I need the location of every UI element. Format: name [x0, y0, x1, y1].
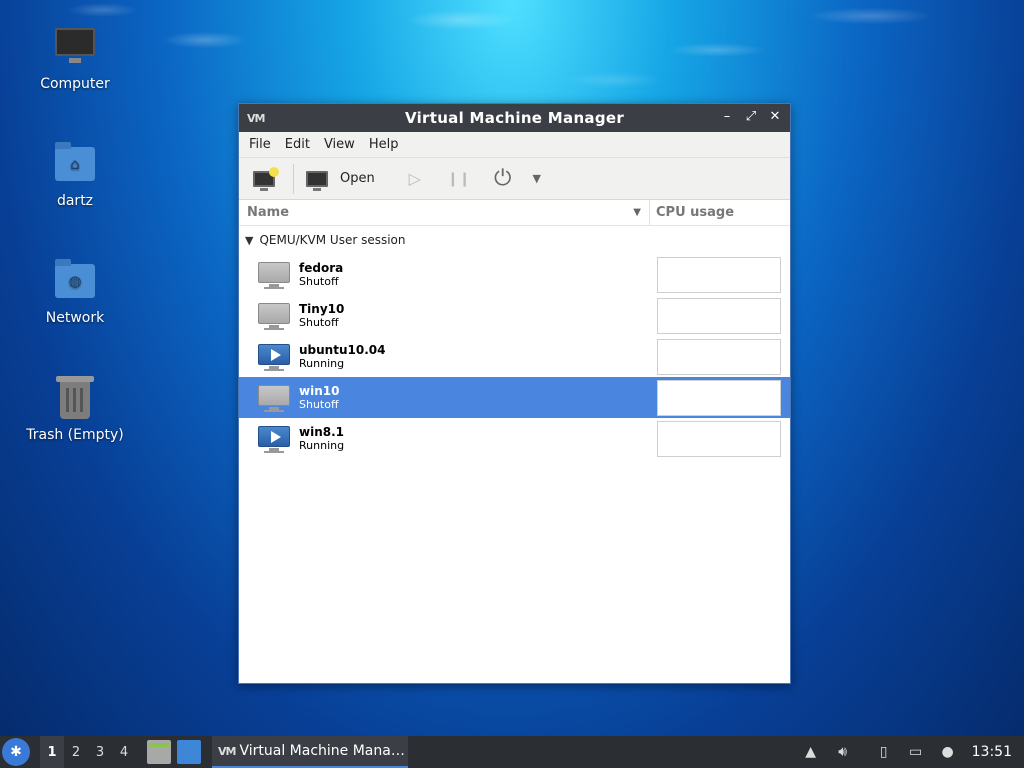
- menubar: File Edit View Help: [239, 132, 790, 158]
- vm-status: Shutoff: [299, 275, 339, 288]
- new-vm-button[interactable]: [249, 163, 279, 195]
- cpu-usage-graph: [657, 298, 781, 334]
- menu-edit[interactable]: Edit: [279, 137, 316, 152]
- shutdown-menu-button[interactable]: ▼: [527, 163, 547, 195]
- taskbar-task-vmm[interactable]: VM Virtual Machine Mana…: [212, 736, 408, 768]
- home-folder-icon: ⌂: [51, 139, 99, 187]
- desktop-icon-label: Computer: [40, 76, 110, 92]
- workspace-3[interactable]: 3: [88, 736, 112, 768]
- pause-button[interactable]: ❙❙: [445, 163, 473, 195]
- tray-up-arrow-icon[interactable]: ▲: [800, 741, 822, 763]
- network-folder-icon: ◍: [51, 256, 99, 304]
- shutdown-button[interactable]: ⏻: [489, 163, 517, 195]
- monitor-icon: [306, 170, 328, 191]
- vm-shutoff-icon: [257, 261, 291, 289]
- taskbar: ✱ 1 2 3 4 VM Virtual Machine Mana… ▲ 🔊︎ …: [0, 736, 1024, 768]
- maximize-icon[interactable]: ⤢: [742, 108, 760, 126]
- vm-row-win10[interactable]: win10 Shutoff: [239, 377, 790, 418]
- workspace-1[interactable]: 1: [40, 736, 64, 768]
- column-header: Name ▼ CPU usage: [239, 200, 790, 226]
- connection-group[interactable]: ▼ QEMU/KVM User session: [239, 226, 790, 254]
- power-icon: ⏻: [494, 166, 512, 191]
- task-label: Virtual Machine Mana…: [239, 743, 405, 759]
- cpu-usage-graph: [657, 380, 781, 416]
- close-icon[interactable]: ✕: [766, 108, 784, 126]
- vm-row-win81[interactable]: win8.1 Running: [239, 418, 790, 459]
- desktop-icon-network[interactable]: ◍ Network: [20, 256, 130, 326]
- trash-icon: [51, 373, 99, 421]
- run-button[interactable]: ▷: [401, 163, 429, 195]
- name-column-header[interactable]: Name ▼: [239, 200, 650, 225]
- sort-chevron-icon: ▼: [633, 207, 641, 218]
- menu-view[interactable]: View: [318, 137, 361, 152]
- pause-icon: ❙❙: [447, 170, 471, 187]
- volume-icon[interactable]: 🔊︎: [832, 741, 854, 763]
- desktop-icon-label: dartz: [56, 193, 94, 209]
- vm-shutoff-icon: [257, 384, 291, 412]
- vm-running-icon: [257, 425, 291, 453]
- toolbar: Open ▷ ❙❙ ⏻ ▼: [239, 158, 790, 200]
- titlebar[interactable]: VM Virtual Machine Manager – ⤢ ✕: [239, 104, 790, 132]
- vm-row-tiny10[interactable]: Tiny10 Shutoff: [239, 295, 790, 336]
- vmm-window: VM Virtual Machine Manager – ⤢ ✕ File Ed…: [238, 103, 791, 684]
- window-title: Virtual Machine Manager: [404, 109, 625, 127]
- minimize-icon[interactable]: –: [718, 108, 736, 126]
- network-icon[interactable]: ▭: [905, 741, 927, 763]
- vm-row-ubuntu[interactable]: ubuntu10.04 Running: [239, 336, 790, 377]
- vm-name: Tiny10: [299, 302, 345, 316]
- open-label: Open: [340, 171, 375, 186]
- vm-name: ubuntu10.04: [299, 343, 386, 357]
- menu-help[interactable]: Help: [363, 137, 405, 152]
- system-tray: ▲ 🔊︎ ▯ ▭ ● 13:51: [795, 741, 1024, 763]
- cpu-usage-graph: [657, 257, 781, 293]
- open-button[interactable]: Open: [306, 163, 375, 195]
- vm-status: Running: [299, 439, 345, 452]
- start-menu-button[interactable]: ✱: [2, 738, 30, 766]
- desktop-icon-label: Trash (Empty): [26, 427, 124, 443]
- file-manager-launcher-icon[interactable]: [147, 740, 171, 764]
- vm-status: Running: [299, 357, 345, 370]
- menu-file[interactable]: File: [243, 137, 277, 152]
- workspace-2[interactable]: 2: [64, 736, 88, 768]
- vmm-task-icon: VM: [218, 744, 236, 758]
- desktop-icon-home[interactable]: ⌂ dartz: [20, 139, 130, 209]
- vm-row-fedora[interactable]: fedora Shutoff: [239, 254, 790, 295]
- expander-icon[interactable]: ▼: [245, 234, 253, 247]
- vm-status: Shutoff: [299, 398, 339, 411]
- connection-label: QEMU/KVM User session: [259, 233, 406, 247]
- vm-name: win8.1: [299, 425, 344, 439]
- vm-name: win10: [299, 384, 340, 398]
- computer-icon: [51, 22, 99, 70]
- cpu-usage-graph: [657, 421, 781, 457]
- vm-shutoff-icon: [257, 302, 291, 330]
- vm-running-icon: [257, 343, 291, 371]
- play-icon: ▷: [408, 169, 421, 188]
- vm-name: fedora: [299, 261, 344, 275]
- updates-icon[interactable]: ●: [937, 741, 959, 763]
- new-vm-icon: [253, 166, 279, 191]
- clock[interactable]: 13:51: [972, 744, 1012, 760]
- terminal-launcher-icon[interactable]: [177, 740, 201, 764]
- vm-status: Shutoff: [299, 316, 339, 329]
- workspace-4[interactable]: 4: [112, 736, 136, 768]
- desktop-icon-trash[interactable]: Trash (Empty): [20, 373, 130, 443]
- app-logo-icon: VM: [247, 112, 265, 125]
- chevron-down-icon: ▼: [532, 172, 541, 185]
- desktop-icon-label: Network: [45, 310, 105, 326]
- app-menu-icon: ✱: [10, 744, 22, 760]
- desktop-icon-computer[interactable]: Computer: [20, 22, 130, 92]
- cpu-column-header[interactable]: CPU usage: [650, 200, 790, 225]
- clipboard-icon[interactable]: ▯: [873, 741, 895, 763]
- cpu-usage-graph: [657, 339, 781, 375]
